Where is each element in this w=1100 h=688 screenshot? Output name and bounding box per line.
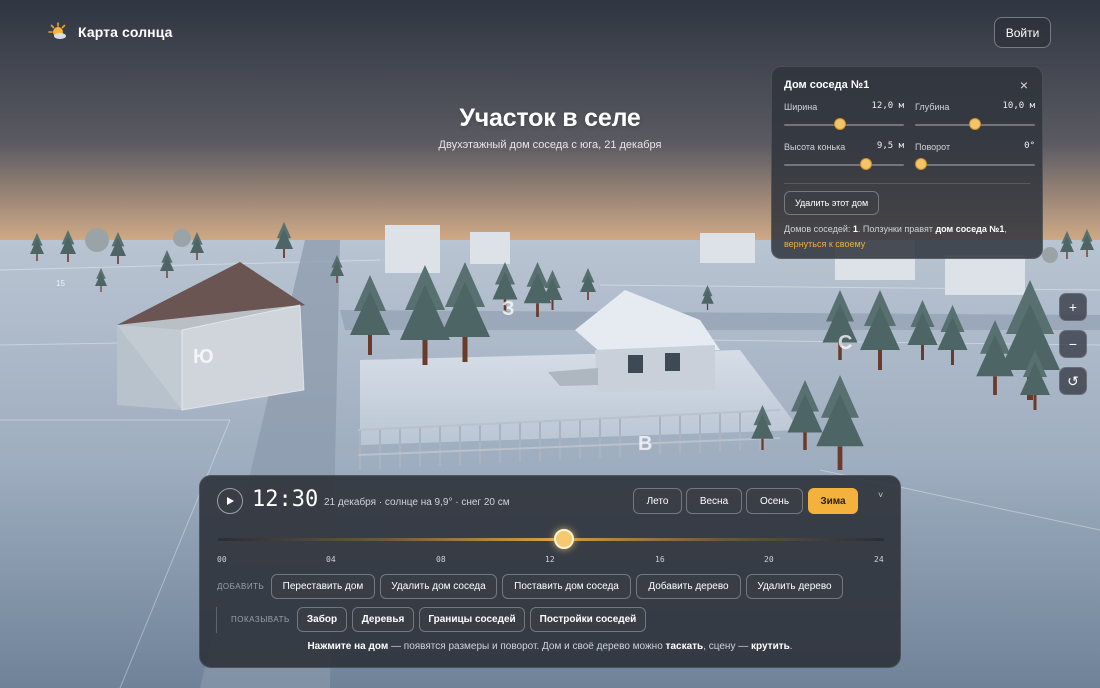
login-button[interactable]: Войти [994, 17, 1051, 48]
ridge-field: Высота конька 9,5 м [784, 141, 904, 182]
direction-east-label: В [638, 433, 653, 455]
toggle-trees-button[interactable]: Деревья [352, 607, 414, 632]
page-title: Участок в селе [459, 104, 641, 132]
depth-value: 10,0 м [1002, 101, 1035, 111]
reset-view-button[interactable]: ↺ [1059, 367, 1087, 395]
season-summer-button[interactable]: Лето [633, 488, 682, 514]
direction-west-label: З [502, 298, 515, 320]
width-value: 12,0 м [871, 101, 904, 111]
tick-label: 16 [655, 555, 665, 564]
usage-hint: Нажмите на дом — появятся размеры и пово… [307, 641, 793, 652]
show-row-label: ПОКАЗЫВАТЬ [231, 615, 290, 624]
zoom-in-button[interactable]: + [1059, 293, 1087, 321]
move-house-button[interactable]: Переставить дом [271, 574, 375, 599]
ridge-slider-handle[interactable] [859, 158, 872, 170]
tick-label: 04 [326, 555, 336, 564]
rotation-label: Поворот [915, 142, 951, 152]
sun-icon [48, 22, 66, 39]
depth-field: Глубина 10,0 м [915, 101, 1035, 142]
place-neighbor-house-button[interactable]: Поставить дом соседа [502, 574, 631, 599]
depth-slider-handle[interactable] [969, 118, 981, 130]
time-slider[interactable] [218, 538, 884, 541]
time-slider-handle[interactable] [554, 529, 575, 549]
back-to-own-link[interactable]: вернуться к своему [784, 239, 865, 249]
season-autumn-button[interactable]: Осень [746, 488, 803, 514]
zoom-out-button[interactable]: − [1059, 330, 1087, 358]
width-field: Ширина 12,0 м [784, 101, 904, 142]
chevron-down-icon[interactable]: ˅ [878, 490, 883, 500]
neighbor-note: Домов соседей: 1. Ползунки правят дом со… [784, 224, 1007, 249]
brand[interactable]: Карта солнца [48, 22, 173, 42]
delete-neighbor-house-button[interactable]: Удалить дом соседа [380, 574, 497, 599]
divider [216, 607, 217, 633]
ridge-label: Высота конька [784, 142, 846, 152]
depth-label: Глубина [915, 102, 950, 112]
neighbor-house-panel: Дом соседа №1 × Ширина 12,0 м Глубина 10… [771, 66, 1043, 259]
tick-label: 12 [545, 555, 555, 564]
panel-title: Дом соседа №1 [784, 79, 870, 91]
width-label: Ширина [784, 102, 818, 112]
top-bar: Карта солнца Войти [0, 0, 1100, 64]
app-title: Карта солнца [78, 24, 173, 40]
selected-house: дом соседа №1 [935, 224, 1005, 234]
page-subtitle: Двухэтажный дом соседа с юга, 21 декабря [438, 139, 662, 151]
width-slider-handle[interactable] [834, 118, 847, 130]
close-icon[interactable]: × [1020, 77, 1028, 93]
rotation-field: Поворот 0° [915, 141, 1035, 182]
toggle-neighbor-buildings-button[interactable]: Постройки соседей [530, 607, 646, 632]
tick-label: 00 [217, 555, 227, 564]
tick-label: 08 [436, 555, 446, 564]
toggle-neighbor-bounds-button[interactable]: Границы соседей [419, 607, 525, 632]
direction-south-label: Ю [193, 346, 214, 368]
tick-label: 24 [874, 555, 884, 564]
ridge-value: 9,5 м [876, 141, 904, 151]
rotation-slider[interactable] [915, 164, 1035, 166]
lot-number: 15 [56, 279, 65, 288]
hero: Участок в селе Двухэтажный дом соседа с … [300, 104, 800, 151]
add-row-label: ДОБАВИТЬ [217, 582, 265, 591]
rotation-value: 0° [1024, 141, 1035, 151]
sun-info: 21 декабря · солнце на 9,9° · снег 20 см [324, 497, 510, 508]
direction-north-label: С [838, 332, 853, 354]
divider [784, 183, 1030, 184]
tick-label: 20 [764, 555, 774, 564]
rotation-slider-handle[interactable] [915, 158, 927, 170]
time-display: 12:30 [252, 487, 319, 512]
ridge-slider[interactable] [784, 164, 904, 166]
add-tree-button[interactable]: Добавить дерево [636, 574, 741, 599]
delete-tree-button[interactable]: Удалить дерево [746, 574, 843, 599]
season-spring-button[interactable]: Весна [686, 488, 742, 514]
controls-panel: 12:30 21 декабря · солнце на 9,9° · снег… [199, 475, 901, 668]
play-icon [227, 497, 234, 505]
season-winter-button[interactable]: Зима [808, 488, 858, 514]
toggle-fence-button[interactable]: Забор [297, 607, 347, 632]
play-button[interactable] [217, 488, 243, 514]
delete-house-button[interactable]: Удалить этот дом [784, 191, 880, 215]
